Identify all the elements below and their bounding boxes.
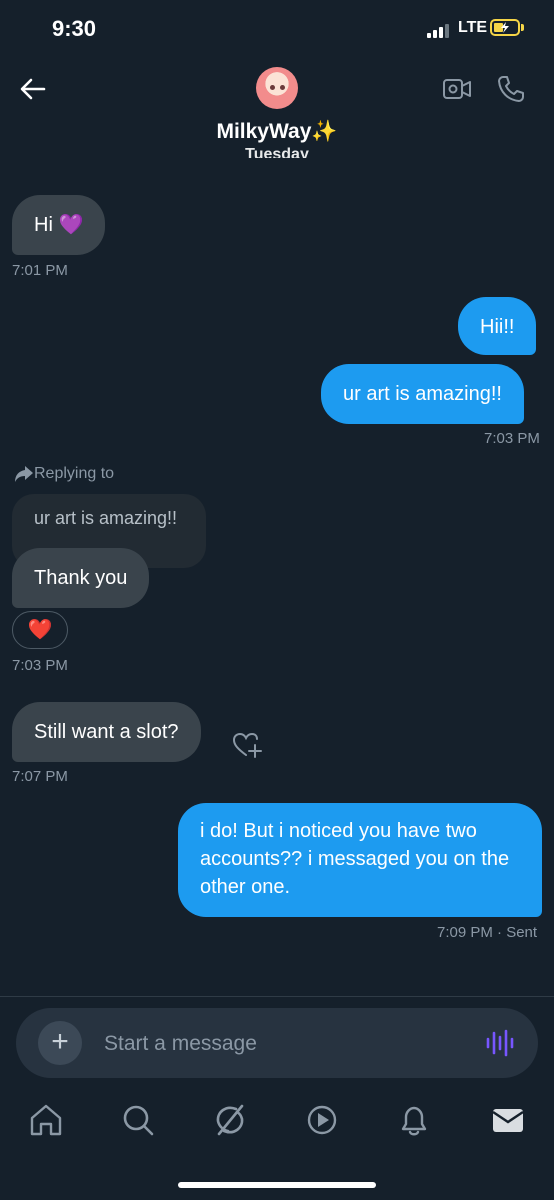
message-input[interactable] (104, 1026, 444, 1062)
arrow-left-icon (20, 78, 46, 100)
home-icon (30, 1104, 62, 1136)
signal-icon (427, 22, 453, 38)
message-bubble-outgoing[interactable]: ur art is amazing!! (321, 364, 524, 424)
tab-notifications[interactable] (394, 1100, 434, 1140)
reply-arrow-icon (14, 465, 34, 483)
message-bubble-outgoing[interactable]: Hii!! (458, 297, 537, 355)
network-label: LTE (458, 19, 488, 36)
message-timestamp: 7:07 PM (12, 768, 68, 785)
message-bubble-incoming[interactable]: Still want a slot? (12, 702, 201, 762)
message-bubble-incoming[interactable]: Thank you (12, 548, 150, 608)
grok-icon (216, 1104, 244, 1136)
voice-message-button[interactable] (484, 1028, 516, 1058)
voice-call-button[interactable] (496, 74, 526, 104)
video-camera-icon (443, 79, 471, 99)
tab-search[interactable] (118, 1100, 158, 1140)
phone-icon (498, 76, 524, 102)
home-indicator (178, 1182, 376, 1188)
heart-reaction[interactable]: ❤️ (12, 611, 68, 649)
avatar[interactable] (256, 67, 298, 109)
sparkle-emoji: ✨ (311, 120, 338, 143)
battery-tip (521, 24, 524, 31)
add-media-button[interactable]: + (38, 1021, 82, 1065)
divider (0, 996, 554, 997)
message-timestamp: 7:01 PM (12, 262, 68, 279)
message-bubble-outgoing[interactable]: i do! But i noticed you have two account… (178, 803, 542, 917)
tab-video[interactable] (302, 1100, 342, 1140)
delivery-status: · Sent (497, 924, 538, 941)
battery-icon (490, 19, 520, 36)
date-divider: Tuesday (245, 146, 309, 158)
video-call-button[interactable] (442, 74, 472, 104)
message-timestamp: 7:03 PM (12, 657, 68, 674)
search-icon (123, 1105, 154, 1136)
tab-grok[interactable] (210, 1100, 250, 1140)
status-time: 9:30 (52, 16, 97, 41)
add-reaction-button[interactable] (232, 730, 264, 760)
contact-name[interactable]: MilkyWay✨ (0, 120, 554, 144)
tab-messages[interactable] (488, 1100, 528, 1140)
replying-to-label: Replying to (34, 465, 115, 482)
message-timestamp-sent: 7:09 PM · Sent (437, 924, 538, 941)
message-bubble-incoming[interactable]: Hi 💜 (12, 195, 106, 255)
waveform-icon (486, 1029, 514, 1057)
back-button[interactable] (18, 74, 48, 104)
message-timestamp: 7:03 PM (484, 430, 540, 447)
tab-home[interactable] (26, 1100, 66, 1140)
mail-icon (492, 1109, 524, 1132)
heart-plus-icon (232, 732, 262, 758)
bell-icon (401, 1106, 427, 1136)
play-icon (307, 1105, 337, 1135)
